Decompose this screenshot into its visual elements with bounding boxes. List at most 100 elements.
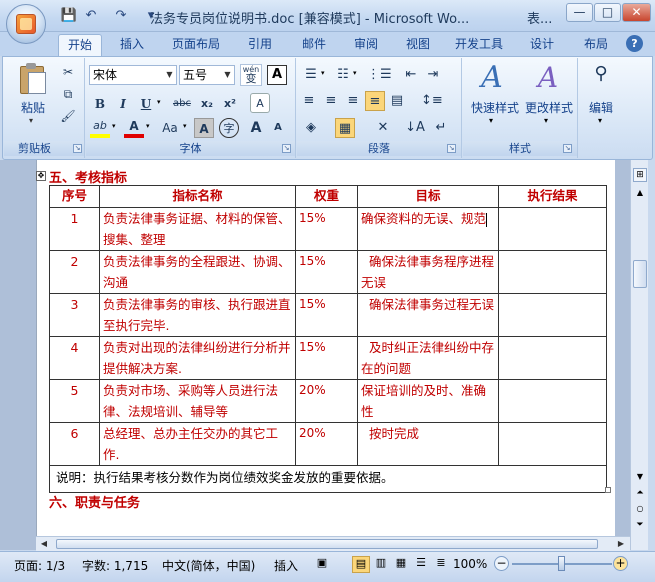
zoom-in-icon[interactable]: + — [613, 556, 628, 571]
scroll-right-icon[interactable]: ▶ — [614, 538, 628, 550]
paste-icon[interactable] — [18, 62, 50, 96]
row-name[interactable]: 负责法律事务证据、材料的保管、搜集、整理 — [99, 207, 296, 251]
row-name[interactable]: 总经理、总办主任交办的其它工作. — [99, 422, 296, 466]
shading-icon[interactable]: ◈ — [301, 118, 321, 138]
next-page-icon[interactable]: ⏷ — [634, 520, 646, 532]
tab-insert[interactable]: 插入 — [110, 34, 154, 56]
line-spacing-icon[interactable]: ↕≡ — [421, 91, 443, 111]
row-name[interactable]: 负责法律事务的审核、执行跟进直至执行完毕. — [99, 293, 296, 337]
row-no[interactable]: 5 — [49, 379, 100, 423]
quick-styles-label[interactable]: 快速样式 — [467, 99, 523, 116]
tab-home[interactable]: 开始 — [58, 34, 102, 56]
align-center-icon[interactable]: ≡ — [321, 91, 341, 111]
row-no[interactable]: 3 — [49, 293, 100, 337]
minimize-button[interactable]: — — [566, 3, 593, 22]
enclose-char-icon[interactable]: 字 — [219, 118, 239, 138]
editing-dropdown-icon[interactable]: ▾ — [598, 116, 602, 125]
row-weight[interactable]: 15% — [295, 336, 358, 380]
change-styles-label[interactable]: 更改样式 — [521, 99, 577, 116]
redo-icon[interactable]: ↷ — [112, 7, 130, 25]
underline-dropdown-icon[interactable]: ▾ — [157, 98, 161, 106]
help-icon[interactable]: ? — [626, 35, 643, 52]
quick-styles-icon[interactable]: A — [475, 61, 509, 95]
horizontal-scrollbar[interactable]: ◀ ▶ — [36, 536, 630, 551]
numbering-dropdown-icon[interactable]: ▾ — [353, 69, 357, 77]
table-move-handle-icon[interactable]: ✥ — [36, 171, 46, 181]
status-insert-mode[interactable]: 插入 — [274, 557, 298, 574]
tab-references[interactable]: 引用 — [238, 34, 282, 56]
editing-label[interactable]: 编辑 — [583, 99, 619, 116]
row-result[interactable] — [498, 293, 607, 337]
table-note[interactable]: 说明：执行结果考核分数作为岗位绩效奖金发放的重要依据。 — [49, 465, 607, 493]
status-page[interactable]: 页面: 1/3 — [14, 557, 65, 574]
select-browse-object-icon[interactable]: ○ — [634, 504, 646, 516]
borders-icon[interactable]: ▦ — [335, 118, 355, 138]
cut-icon[interactable]: ✂ — [58, 62, 78, 82]
row-name[interactable]: 负责对出现的法律纠纷进行分析并提供解决方案. — [99, 336, 296, 380]
row-name[interactable]: 负责对市场、采购等人员进行法律、法规培训、辅导等 — [99, 379, 296, 423]
highlight-dropdown-icon[interactable]: ▾ — [112, 122, 116, 130]
zoom-out-icon[interactable]: − — [494, 556, 509, 571]
chevron-down-icon[interactable]: ▼ — [163, 66, 176, 84]
tab-layout[interactable]: 布局 — [574, 34, 618, 56]
clipboard-launcher-icon[interactable]: ↘ — [73, 144, 82, 153]
paste-label[interactable]: 粘贴 — [18, 99, 48, 116]
bold-button[interactable]: B — [90, 93, 110, 113]
increase-indent-icon[interactable]: ⇥ — [423, 65, 443, 85]
quick-styles-dropdown-icon[interactable]: ▾ — [489, 116, 493, 125]
tab-view[interactable]: 视图 — [396, 34, 440, 56]
multilevel-list-icon[interactable]: ⋮☰ — [367, 65, 392, 85]
font-size-combo[interactable]: 五号 ▼ — [179, 65, 235, 85]
styles-launcher-icon[interactable]: ↘ — [563, 144, 572, 153]
row-result[interactable] — [498, 207, 607, 251]
web-layout-icon[interactable]: ▦ — [392, 556, 410, 573]
row-goal[interactable]: 保证培训的及时、准确性 — [357, 379, 499, 423]
decrease-indent-icon[interactable]: ⇤ — [401, 65, 421, 85]
macro-record-icon[interactable]: ▣ — [313, 556, 331, 573]
row-no[interactable]: 4 — [49, 336, 100, 380]
format-painter-icon[interactable]: 🖌 — [58, 106, 78, 126]
full-screen-reading-icon[interactable]: ▥ — [372, 556, 390, 573]
row-goal[interactable]: 确保资料的无误、规范 — [357, 207, 499, 251]
status-zoom-level[interactable]: 100% — [453, 557, 487, 571]
justify-icon[interactable]: ≡ — [365, 91, 385, 111]
row-goal[interactable]: 确保法律事务过程无误 — [357, 293, 499, 337]
change-styles-dropdown-icon[interactable]: ▾ — [544, 116, 548, 125]
font-color-dropdown-icon[interactable]: ▾ — [146, 122, 150, 130]
row-no[interactable]: 1 — [49, 207, 100, 251]
outline-view-icon[interactable]: ☰ — [412, 556, 430, 573]
align-left-icon[interactable]: ≡ — [299, 91, 319, 111]
underline-button[interactable]: U — [136, 93, 156, 113]
scroll-down-icon[interactable]: ▼ — [634, 472, 646, 484]
row-weight[interactable]: 15% — [295, 293, 358, 337]
row-result[interactable] — [498, 379, 607, 423]
row-goal[interactable]: 确保法律事务程序进程无误 — [357, 250, 499, 294]
tab-review[interactable]: 审阅 — [344, 34, 388, 56]
vertical-scrollbar[interactable]: ⊞ ▲ ▼ ⏶ ○ ⏷ — [630, 160, 648, 550]
tab-developer[interactable]: 开发工具 — [448, 34, 510, 56]
copy-icon[interactable]: ⧉ — [58, 84, 78, 104]
bullets-dropdown-icon[interactable]: ▾ — [321, 69, 325, 77]
shrink-font-icon[interactable]: A — [268, 118, 288, 138]
zoom-slider-thumb[interactable] — [558, 556, 565, 571]
paragraph-launcher-icon[interactable]: ↘ — [447, 144, 456, 153]
row-no[interactable]: 2 — [49, 250, 100, 294]
superscript-button[interactable]: x² — [220, 93, 240, 113]
table-resize-handle-icon[interactable] — [605, 487, 611, 493]
change-case-dropdown-icon[interactable]: ▾ — [183, 122, 187, 130]
scroll-up-icon[interactable]: ▲ — [634, 188, 646, 200]
char-border-icon[interactable]: A — [267, 65, 287, 85]
row-result[interactable] — [498, 250, 607, 294]
ruler-toggle-icon[interactable]: ⊞ — [633, 168, 647, 182]
status-language[interactable]: 中文(简体，中国) — [162, 557, 255, 574]
font-launcher-icon[interactable]: ↘ — [282, 144, 291, 153]
draft-view-icon[interactable]: ≣ — [432, 556, 450, 573]
row-weight[interactable]: 20% — [295, 379, 358, 423]
numbering-icon[interactable]: ☷ — [333, 65, 353, 85]
maximize-button[interactable]: □ — [594, 3, 621, 22]
char-shading-icon[interactable]: A — [194, 118, 214, 138]
prev-page-icon[interactable]: ⏶ — [634, 488, 646, 500]
align-right-icon[interactable]: ≡ — [343, 91, 363, 111]
row-weight[interactable]: 15% — [295, 250, 358, 294]
close-button[interactable]: ✕ — [622, 3, 651, 22]
